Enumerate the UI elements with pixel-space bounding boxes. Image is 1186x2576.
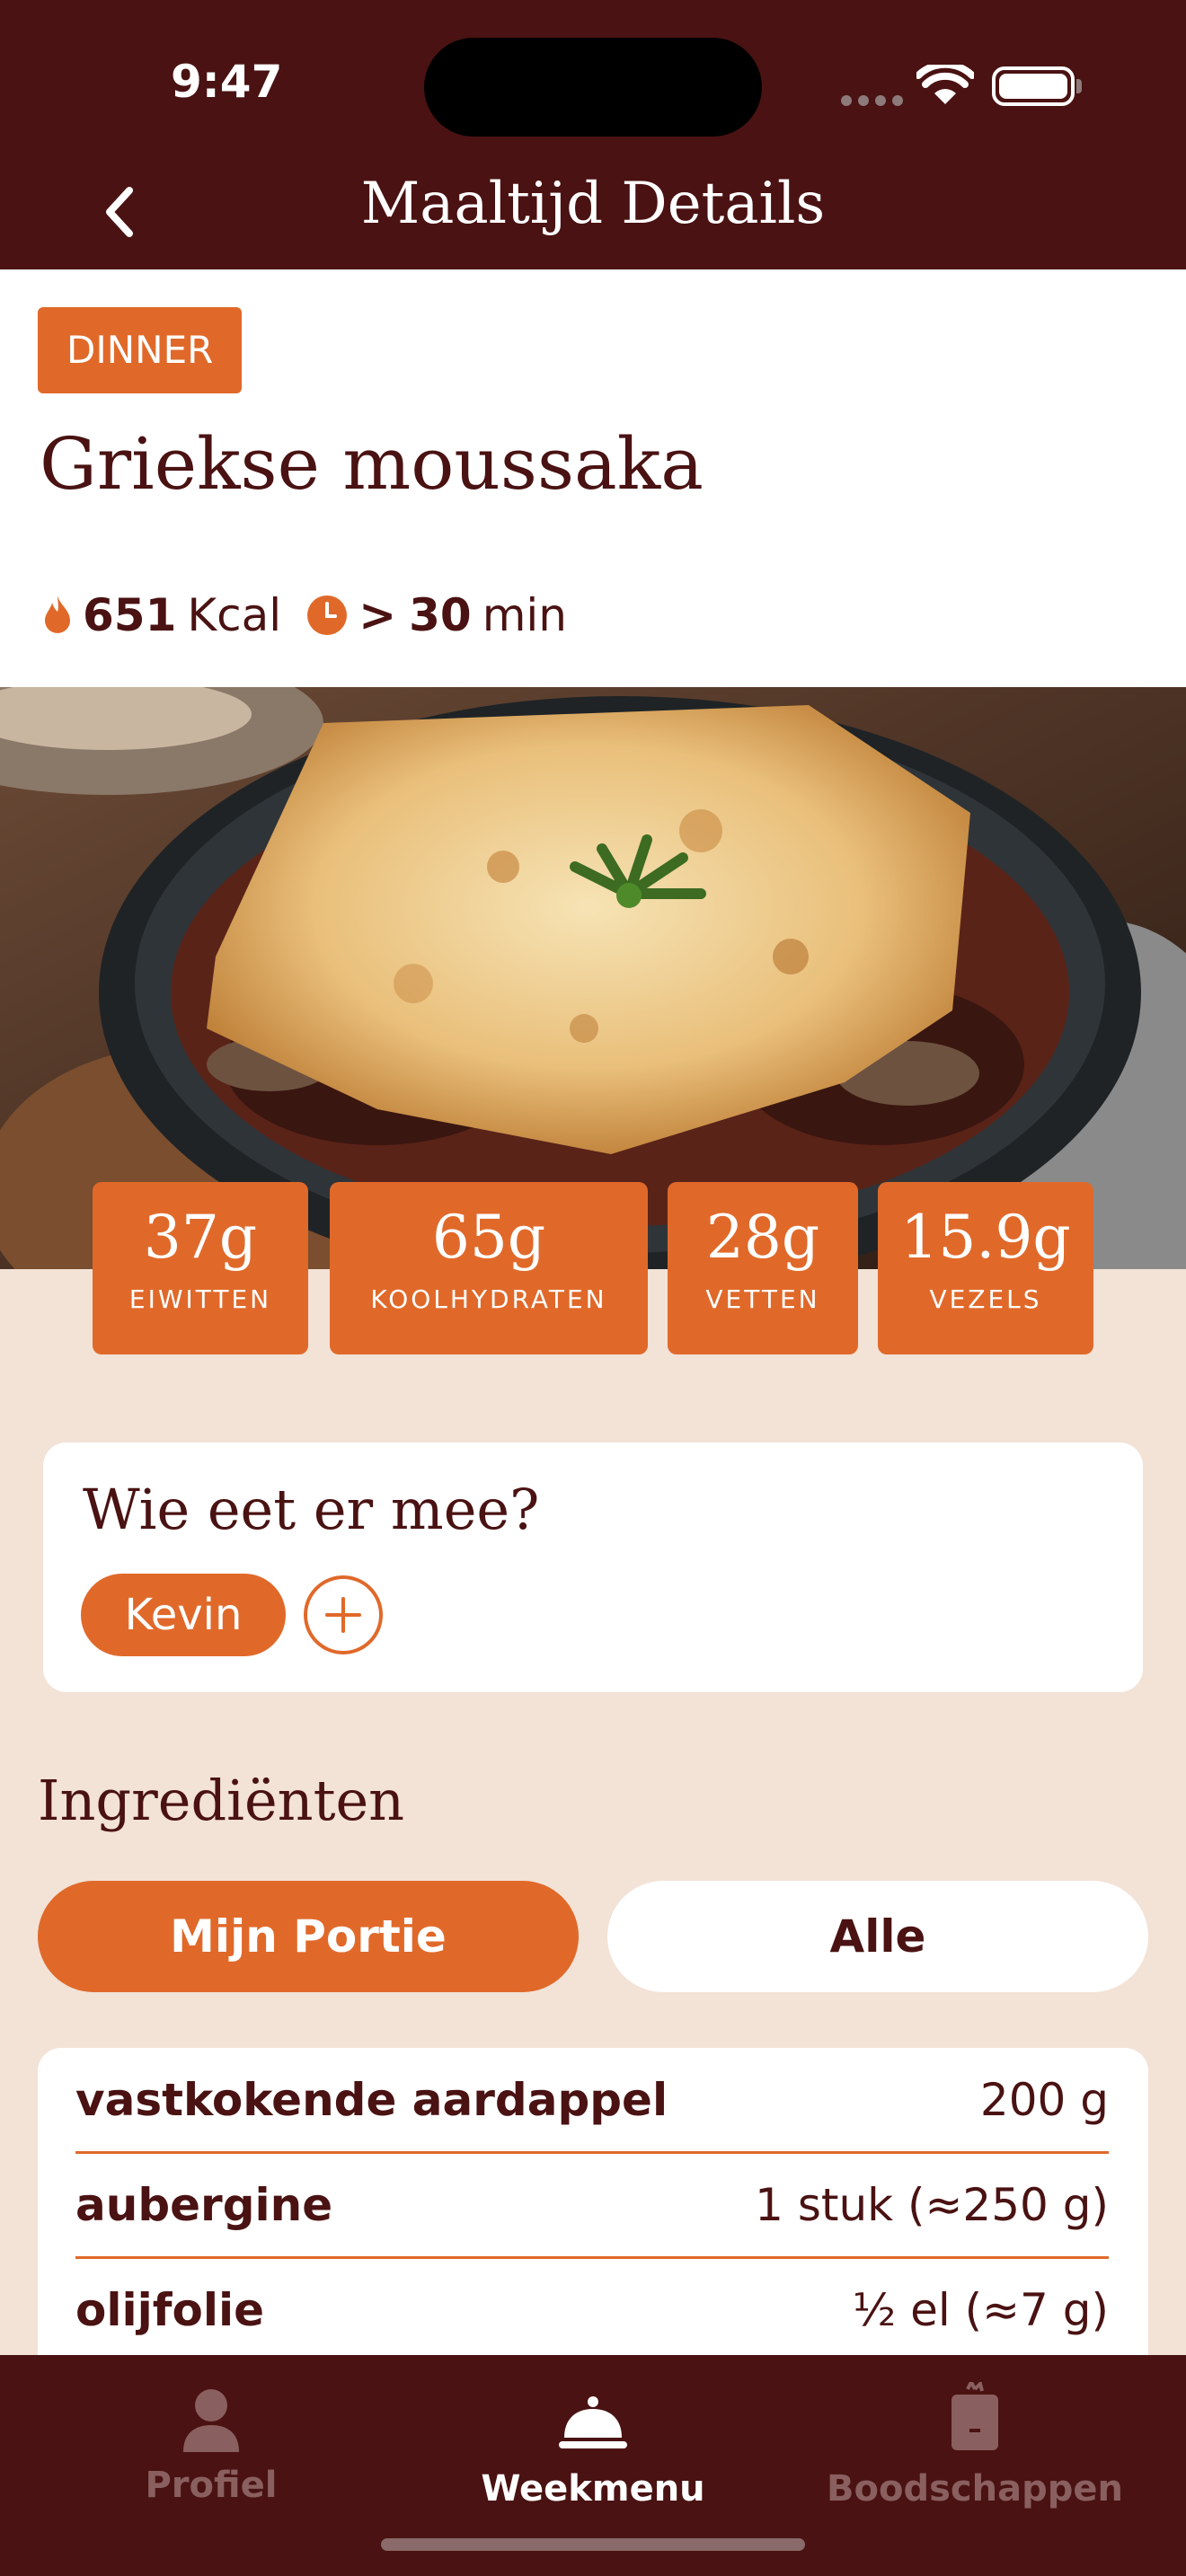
plus-icon xyxy=(325,1597,361,1633)
battery-tip xyxy=(1076,79,1082,93)
nav-title: Maaltijd Details xyxy=(360,171,826,237)
status-time: 9:47 xyxy=(171,56,283,108)
macro-card-fat: 28g VETTEN xyxy=(668,1182,858,1354)
macro-label: VEZELS xyxy=(929,1284,1042,1314)
ingredient-qty: 200 g xyxy=(979,2073,1109,2126)
ingredient-qty: 1 stuk (≈250 g) xyxy=(755,2178,1109,2231)
tab-profile[interactable]: Profiel xyxy=(13,2355,409,2576)
macro-value: 65g xyxy=(431,1203,546,1272)
macro-card-fiber: 15.9g VEZELS xyxy=(878,1182,1093,1354)
home-indicator xyxy=(381,2538,805,2551)
toggle-my-portion[interactable]: Mijn Portie xyxy=(38,1881,579,1992)
battery-icon xyxy=(992,66,1075,106)
meal-title: Griekse moussaka xyxy=(40,422,704,506)
tab-boodschappen[interactable]: Boodschappen xyxy=(777,2355,1173,2576)
macro-label: VETTEN xyxy=(705,1284,820,1314)
macro-label: EIWITTEN xyxy=(128,1284,272,1314)
kcal-unit: Kcal xyxy=(187,589,282,641)
tab-label: Weekmenu xyxy=(481,2468,705,2510)
tab-label: Profiel xyxy=(145,2465,278,2506)
grocery-bag-icon xyxy=(951,2382,998,2450)
eaters-title: Wie eet er mee? xyxy=(83,1477,540,1542)
ingredient-name: olijfolie xyxy=(75,2283,265,2336)
dynamic-island xyxy=(424,38,762,137)
ingredient-name: aubergine xyxy=(75,2178,333,2231)
cellular-signal-icon xyxy=(841,95,904,108)
wifi-icon xyxy=(916,65,974,104)
eater-chip[interactable]: Kevin xyxy=(81,1574,286,1656)
ingredient-name: vastkokende aardappel xyxy=(75,2073,668,2126)
flame-icon xyxy=(45,595,70,633)
time-unit: min xyxy=(482,589,567,641)
meal-stats: 651 Kcal > 30 min xyxy=(41,584,567,647)
ingredient-row: vastkokende aardappel 200 g xyxy=(75,2048,1109,2154)
macro-card-protein: 37g EIWITTEN xyxy=(93,1182,308,1354)
ingredient-qty: ½ el (≈7 g) xyxy=(852,2283,1109,2336)
clock-icon xyxy=(307,595,348,635)
kcal-value: 651 xyxy=(83,589,177,641)
macro-value: 37g xyxy=(143,1203,258,1272)
ingredients-title: Ingrediënten xyxy=(38,1768,405,1833)
ingredient-row: olijfolie ½ el (≈7 g) xyxy=(75,2258,1109,2364)
add-eater-button[interactable] xyxy=(304,1575,383,1654)
time-prefix: > xyxy=(358,589,397,641)
macro-card-carbs: 65g KOOLHYDRATEN xyxy=(330,1182,648,1354)
macro-value: 15.9g xyxy=(900,1203,1071,1272)
ingredient-row: aubergine 1 stuk (≈250 g) xyxy=(75,2153,1109,2259)
macro-value: 28g xyxy=(705,1203,820,1272)
tab-label: Boodschappen xyxy=(827,2468,1123,2510)
time-value: 30 xyxy=(409,589,472,641)
eaters-card: Wie eet er mee? Kevin xyxy=(43,1442,1143,1692)
macro-label: KOOLHYDRATEN xyxy=(370,1284,607,1314)
person-icon xyxy=(183,2389,239,2452)
meal-type-tag: DINNER xyxy=(38,307,243,393)
toggle-all-portions[interactable]: Alle xyxy=(607,1881,1148,1992)
cloche-icon xyxy=(559,2396,627,2448)
